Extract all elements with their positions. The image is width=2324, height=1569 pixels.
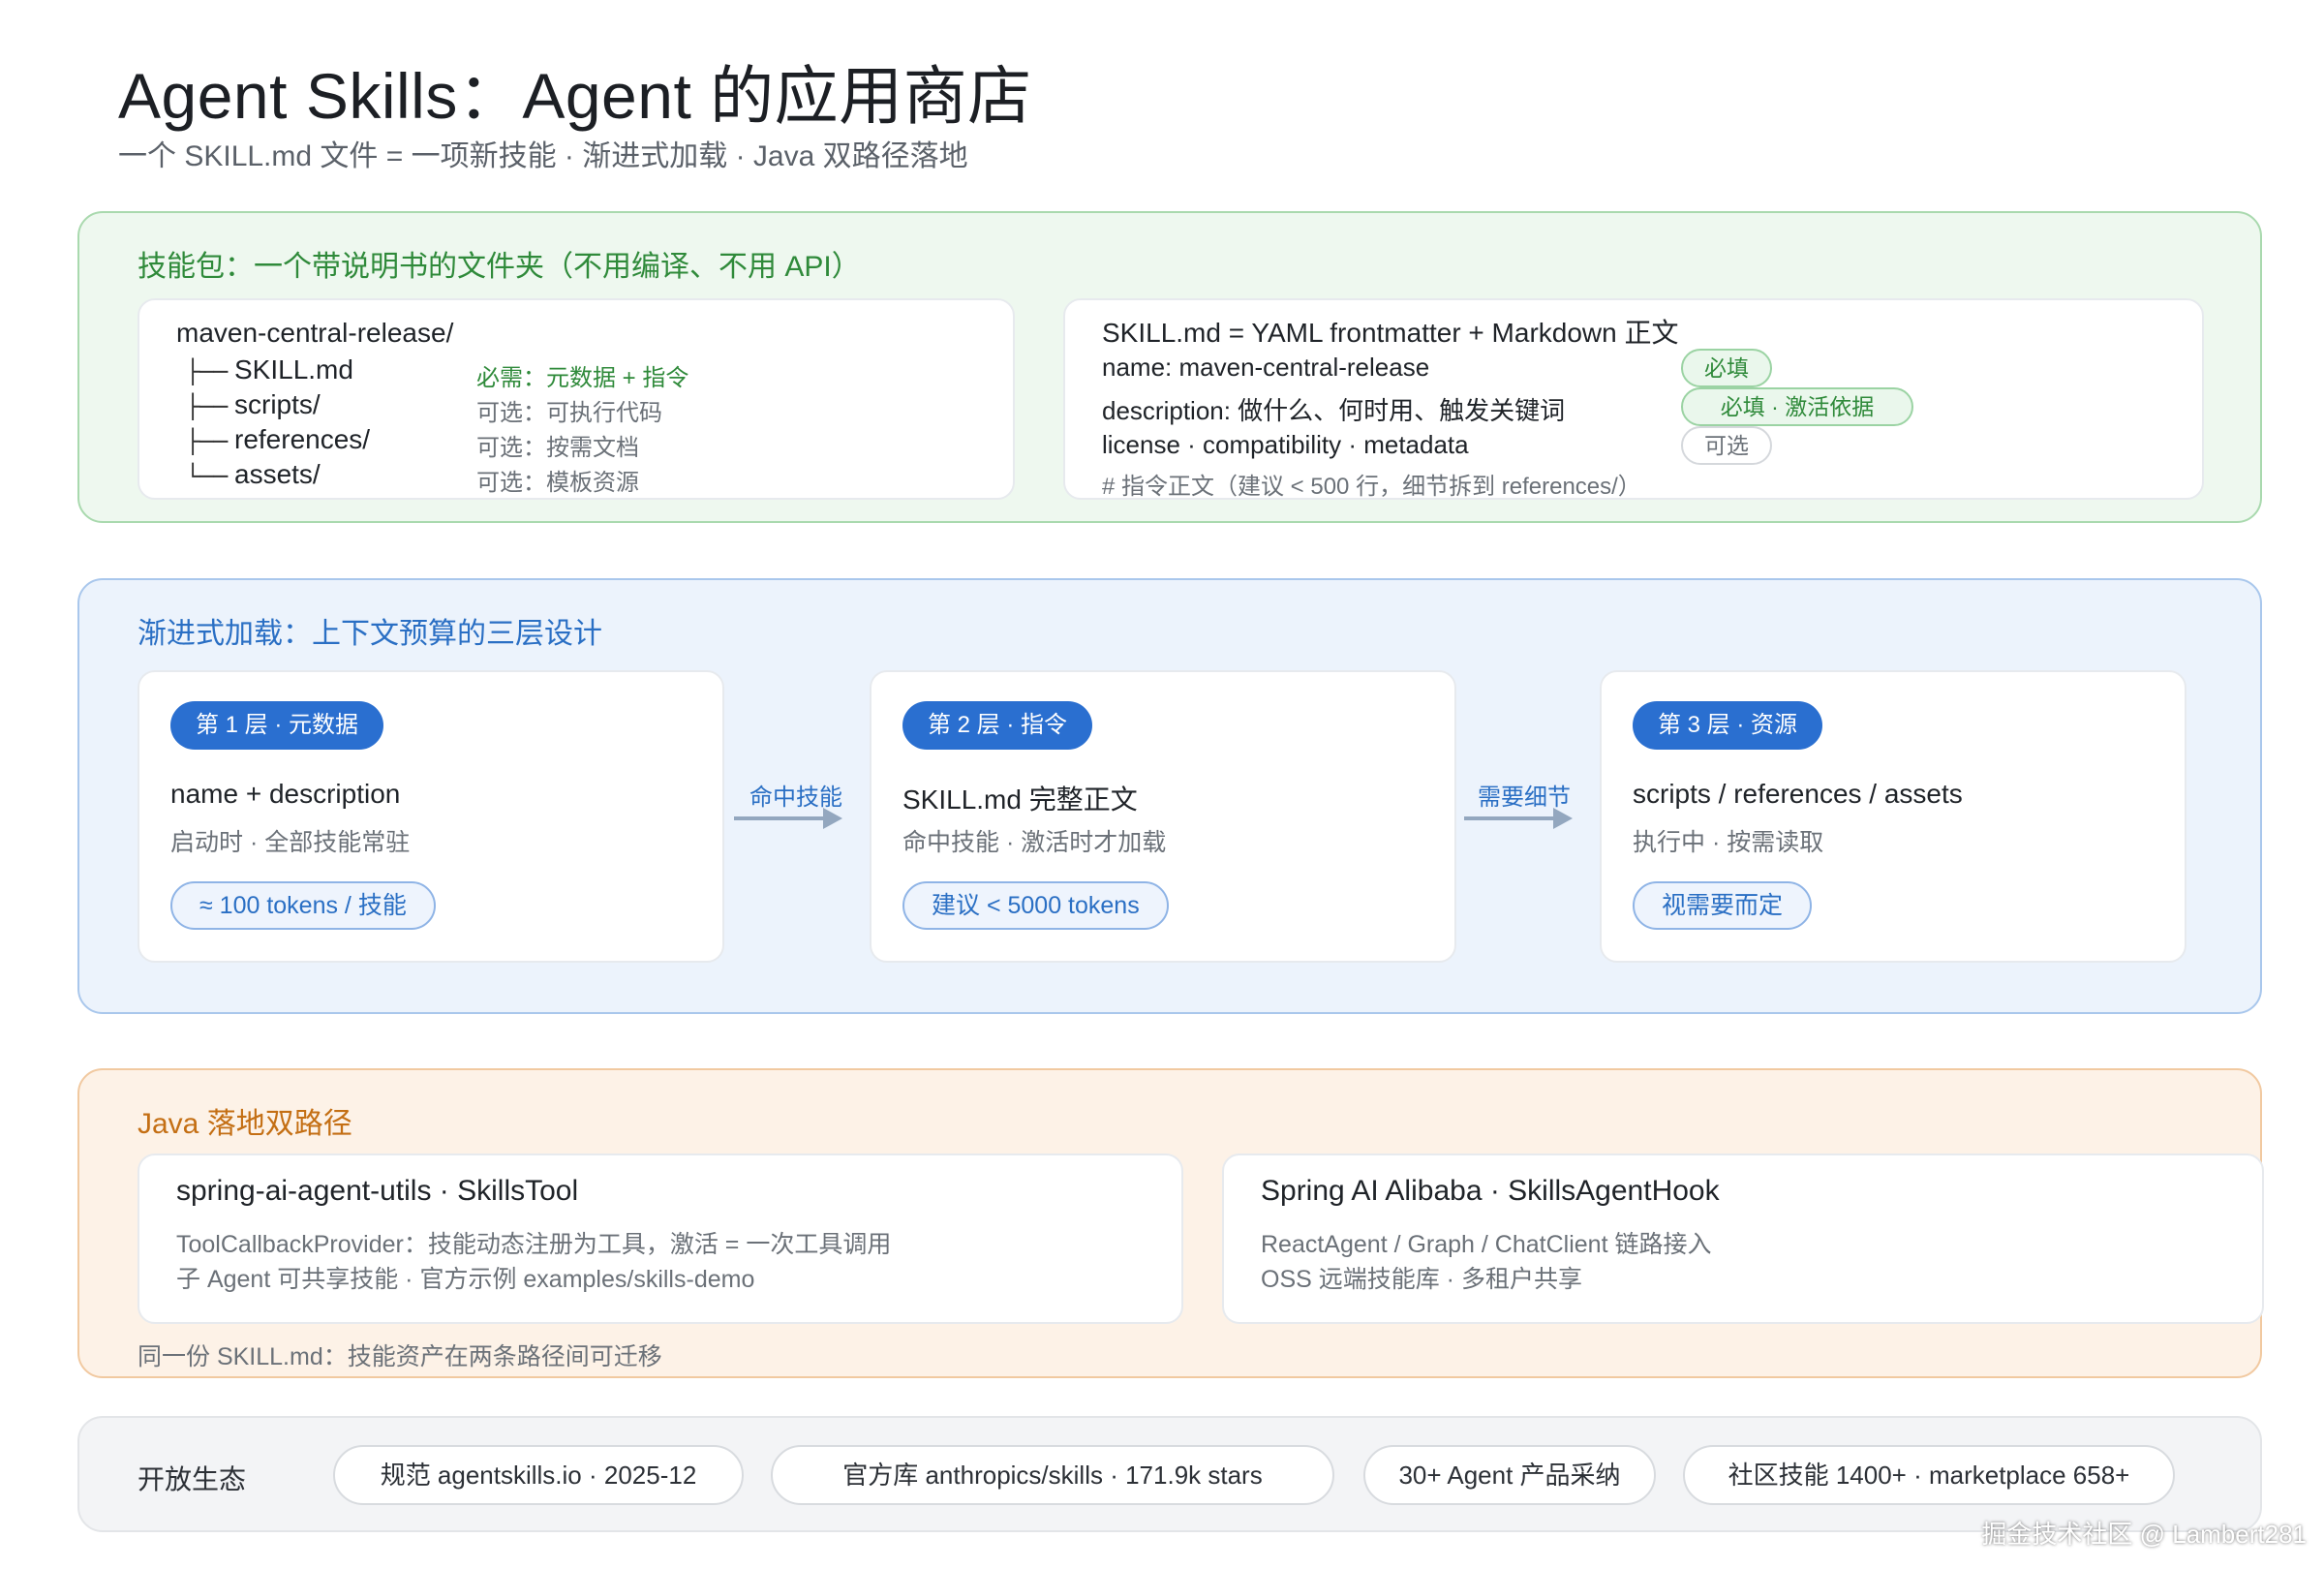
layer-sub: 命中技能 · 激活时才加载 <box>902 829 1167 856</box>
tree-item-desc: 可选：模板资源 <box>476 470 639 496</box>
layer-badge: 第 1 层 · 元数据 <box>170 701 384 750</box>
tree-item-assets: └── assets/ 可选：模板资源 <box>186 459 980 496</box>
layer-badge: 第 2 层 · 指令 <box>902 701 1093 750</box>
folder-root: maven-central-release/ <box>176 318 454 348</box>
layer-3-card: 第 3 层 · 资源 scripts / references / assets… <box>1600 670 2186 963</box>
ecosystem-section: 开放生态 规范 agentskills.io · 2025-12 官方库 ant… <box>77 1416 2262 1532</box>
java-path-title: spring-ai-agent-utils · SkillsTool <box>176 1175 579 1207</box>
arrow-right-icon <box>734 808 842 829</box>
skill-md-title: SKILL.md = YAML frontmatter + Markdown 正… <box>1102 318 1679 348</box>
tree-branch: ├── <box>186 428 229 455</box>
java-path-line: OSS 远端技能库 · 多租户共享 <box>1261 1266 1582 1293</box>
arrow-label-hit-skill: 命中技能 <box>749 784 842 811</box>
arrow-right-icon <box>1464 808 1573 829</box>
layer-main: SKILL.md 完整正文 <box>902 784 1138 815</box>
required-badge: 必填 <box>1681 349 1772 387</box>
java-path-line: 子 Agent 可共享技能 · 官方示例 examples/skills-dem… <box>176 1266 755 1293</box>
tree-item-desc: 可选：按需文档 <box>476 435 639 461</box>
java-path-line: ReactAgent / Graph / ChatClient 链路接入 <box>1261 1231 1712 1258</box>
skill-md-card: SKILL.md = YAML frontmatter + Markdown 正… <box>1063 298 2204 500</box>
java-paths-title: Java 落地双路径 <box>138 1108 352 1140</box>
java-path-title: Spring AI Alibaba · SkillsAgentHook <box>1261 1175 1720 1207</box>
arrow-label-need-detail: 需要细节 <box>1478 784 1571 811</box>
ecosystem-pill-adoption: 30+ Agent 产品采纳 <box>1363 1445 1656 1505</box>
tree-item-references: ├── references/ 可选：按需文档 <box>186 424 980 461</box>
layer-1-card: 第 1 层 · 元数据 name + description 启动时 · 全部技… <box>138 670 724 963</box>
java-paths-section: Java 落地双路径 spring-ai-agent-utils · Skill… <box>77 1068 2264 1378</box>
java-paths-footer: 同一份 SKILL.md：技能资产在两条路径间可迁移 <box>138 1343 662 1370</box>
folder-tree-card: maven-central-release/ ├── SKILL.md 必需：元… <box>138 298 1015 500</box>
tree-item-name: SKILL.md <box>234 354 353 385</box>
skill-package-title: 技能包：一个带说明书的文件夹（不用编译、不用 API） <box>138 251 861 283</box>
layer-sub: 启动时 · 全部技能常驻 <box>170 829 411 856</box>
ecosystem-label: 开放生态 <box>138 1464 247 1494</box>
tree-branch: ├── <box>186 393 229 420</box>
ecosystem-pill-official-repo: 官方库 anthropics/skills · 171.9k stars <box>771 1445 1334 1505</box>
tree-item-desc: 必需：元数据 + 指令 <box>476 365 689 391</box>
tree-item-desc: 可选：可执行代码 <box>476 400 662 426</box>
token-budget-pill: ≈ 100 tokens / 技能 <box>170 881 436 930</box>
ecosystem-pill-spec: 规范 agentskills.io · 2025-12 <box>333 1445 744 1505</box>
optional-badge: 可选 <box>1681 426 1772 465</box>
ecosystem-pill-community: 社区技能 1400+ · marketplace 658+ <box>1683 1445 2175 1505</box>
layer-badge: 第 3 层 · 资源 <box>1633 701 1823 750</box>
tree-item-name: references/ <box>234 424 371 454</box>
page-subtitle: 一个 SKILL.md 文件 = 一项新技能 · 渐进式加载 · Java 双路… <box>118 140 968 172</box>
tree-item-name: scripts/ <box>234 389 321 419</box>
layer-sub: 执行中 · 按需读取 <box>1633 829 1824 856</box>
tree-item-scripts: ├── scripts/ 可选：可执行代码 <box>186 389 980 426</box>
watermark: 掘金技术社区 @ Lambert281 <box>1981 1520 2307 1549</box>
skill-package-section: 技能包：一个带说明书的文件夹（不用编译、不用 API） maven-centra… <box>77 211 2262 523</box>
java-path-1-card: spring-ai-agent-utils · SkillsTool ToolC… <box>138 1154 1183 1324</box>
layer-main: scripts / references / assets <box>1633 779 1963 809</box>
tree-branch: └── <box>186 463 229 490</box>
token-budget-pill: 视需要而定 <box>1633 881 1813 930</box>
field-optional: license · compatibility · metadata <box>1102 430 1469 459</box>
tree-item-skill-md: ├── SKILL.md 必需：元数据 + 指令 <box>186 354 980 391</box>
field-description: description: 做什么、何时用、触发关键词 <box>1102 396 1566 425</box>
progressive-loading-section: 渐进式加载：上下文预算的三层设计 第 1 层 · 元数据 name + desc… <box>77 578 2262 1014</box>
java-path-2-card: Spring AI Alibaba · SkillsAgentHook Reac… <box>1222 1154 2264 1324</box>
progressive-loading-title: 渐进式加载：上下文预算的三层设计 <box>138 618 602 650</box>
java-path-line: ToolCallbackProvider：技能动态注册为工具，激活 = 一次工具… <box>176 1231 892 1258</box>
token-budget-pill: 建议 < 5000 tokens <box>902 881 1169 930</box>
required-activation-badge: 必填 · 激活依据 <box>1681 387 1913 426</box>
page-title: Agent Skills：Agent 的应用商店 <box>118 60 1032 132</box>
layer-main: name + description <box>170 779 401 809</box>
layer-2-card: 第 2 层 · 指令 SKILL.md 完整正文 命中技能 · 激活时才加载 建… <box>870 670 1456 963</box>
field-name: name: maven-central-release <box>1102 353 1430 382</box>
instruction-comment: # 指令正文（建议 < 500 行，细节拆到 references/） <box>1102 474 1641 500</box>
tree-branch: ├── <box>186 358 229 385</box>
tree-item-name: assets/ <box>234 459 321 489</box>
